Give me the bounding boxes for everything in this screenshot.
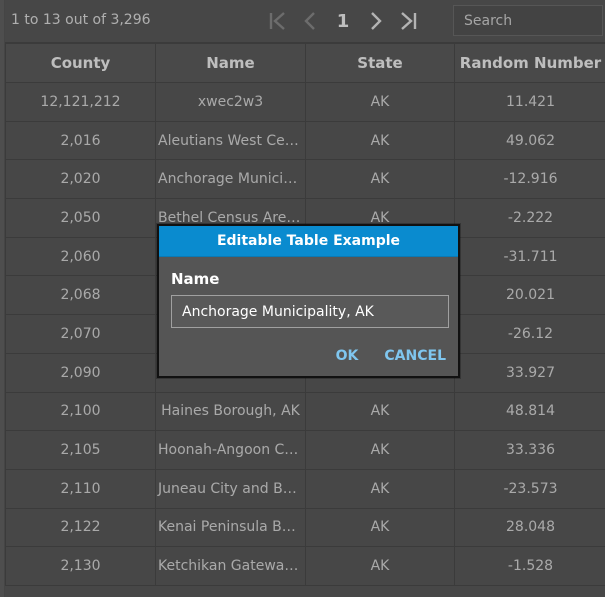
search-input[interactable] bbox=[453, 5, 603, 36]
table-row: 2,105 Hoonah-Angoon Census Area, AK AK 3… bbox=[5, 430, 605, 470]
random-number-cell[interactable]: -31.711 bbox=[454, 236, 605, 277]
previous-page-button[interactable] bbox=[295, 6, 327, 36]
state-cell[interactable]: AK bbox=[305, 159, 455, 200]
column-header-random-number[interactable]: Random Number bbox=[454, 43, 605, 83]
state-cell[interactable]: AK bbox=[305, 468, 455, 509]
county-cell[interactable]: 2,105 bbox=[5, 430, 156, 470]
table-row: 2,020 Anchorage Municipality, AK AK -12.… bbox=[5, 159, 605, 200]
edit-dialog: Editable Table Example Name OK CANCEL bbox=[157, 224, 460, 378]
county-cell[interactable]: 12,121,212 bbox=[5, 82, 156, 122]
current-page-number: 1 bbox=[336, 10, 350, 32]
random-number-cell[interactable]: -2.222 bbox=[454, 198, 605, 238]
state-cell[interactable]: AK bbox=[305, 546, 455, 586]
county-cell[interactable]: 2,068 bbox=[5, 275, 156, 316]
random-number-cell[interactable]: -23.573 bbox=[454, 468, 605, 509]
table-row: 12,121,212 xwec2w3 AK 11.421 bbox=[5, 82, 605, 122]
column-header-state[interactable]: State bbox=[305, 43, 455, 83]
random-number-cell[interactable]: 33.927 bbox=[454, 352, 605, 393]
name-cell[interactable]: Haines Borough, AK bbox=[155, 391, 306, 432]
editable-table-window: 1 to 13 out of 3,296 1 Search County Nam… bbox=[4, 0, 605, 597]
random-number-cell[interactable]: -12.916 bbox=[454, 159, 605, 200]
random-number-cell[interactable]: -26.12 bbox=[454, 314, 605, 354]
table-header-row: County Name State Random Number bbox=[5, 43, 605, 83]
county-cell[interactable]: 2,060 bbox=[5, 236, 156, 277]
state-cell[interactable]: AK bbox=[305, 430, 455, 470]
dialog-title: Editable Table Example bbox=[159, 226, 458, 257]
table-toolbar: 1 to 13 out of 3,296 1 bbox=[5, 0, 605, 43]
cancel-button[interactable]: CANCEL bbox=[384, 348, 446, 364]
name-field-label: Name bbox=[171, 270, 220, 288]
first-page-button[interactable] bbox=[263, 6, 295, 36]
county-cell[interactable]: 2,050 bbox=[5, 198, 156, 238]
table-row: 2,130 Ketchikan Gateway Borough, AK AK -… bbox=[5, 546, 605, 586]
last-page-button[interactable] bbox=[391, 6, 423, 36]
name-cell[interactable]: Anchorage Municipality, AK bbox=[155, 159, 306, 200]
ok-button[interactable]: OK bbox=[336, 348, 359, 364]
pager: 1 bbox=[263, 6, 423, 36]
random-number-cell[interactable]: 11.421 bbox=[454, 82, 605, 122]
name-cell[interactable]: Juneau City and Borough, AK bbox=[155, 468, 306, 509]
county-cell[interactable]: 2,130 bbox=[5, 546, 156, 586]
column-header-name[interactable]: Name bbox=[155, 43, 306, 83]
first-page-icon bbox=[268, 11, 290, 31]
random-number-cell[interactable]: -1.528 bbox=[454, 546, 605, 586]
name-cell[interactable]: xwec2w3 bbox=[155, 82, 306, 122]
name-input[interactable] bbox=[171, 295, 449, 328]
name-cell[interactable]: Aleutians West Census Area, AK bbox=[155, 120, 306, 161]
previous-page-icon bbox=[302, 11, 320, 31]
county-cell[interactable]: 2,122 bbox=[5, 507, 156, 548]
name-cell[interactable]: Hoonah-Angoon Census Area, AK bbox=[155, 430, 306, 470]
random-number-cell[interactable]: 28.048 bbox=[454, 507, 605, 548]
random-number-cell[interactable]: 33.336 bbox=[454, 430, 605, 470]
dialog-actions: OK CANCEL bbox=[336, 348, 446, 364]
table-row: 2,110 Juneau City and Borough, AK AK -23… bbox=[5, 468, 605, 509]
county-cell[interactable]: 2,090 bbox=[5, 352, 156, 393]
random-number-cell[interactable]: 48.814 bbox=[454, 391, 605, 432]
table-row: 2,016 Aleutians West Census Area, AK AK … bbox=[5, 120, 605, 161]
county-cell[interactable]: 2,070 bbox=[5, 314, 156, 354]
table-row: 2,122 Kenai Peninsula Borough, AK AK 28.… bbox=[5, 507, 605, 548]
last-page-icon bbox=[396, 11, 418, 31]
name-cell[interactable]: Kenai Peninsula Borough, AK bbox=[155, 507, 306, 548]
name-cell[interactable]: Ketchikan Gateway Borough, AK bbox=[155, 546, 306, 586]
state-cell[interactable]: AK bbox=[305, 82, 455, 122]
random-number-cell[interactable]: 49.062 bbox=[454, 120, 605, 161]
column-header-county[interactable]: County bbox=[5, 43, 156, 83]
county-cell[interactable]: 2,100 bbox=[5, 391, 156, 432]
state-cell[interactable]: AK bbox=[305, 120, 455, 161]
random-number-cell[interactable]: 20.021 bbox=[454, 275, 605, 316]
state-cell[interactable]: AK bbox=[305, 507, 455, 548]
state-cell[interactable]: AK bbox=[305, 391, 455, 432]
table-row: 2,100 Haines Borough, AK AK 48.814 bbox=[5, 391, 605, 432]
next-page-button[interactable] bbox=[359, 6, 391, 36]
county-cell[interactable]: 2,110 bbox=[5, 468, 156, 509]
next-page-icon bbox=[366, 11, 384, 31]
county-cell[interactable]: 2,016 bbox=[5, 120, 156, 161]
county-cell[interactable]: 2,020 bbox=[5, 159, 156, 200]
paging-summary: 1 to 13 out of 3,296 bbox=[11, 12, 151, 28]
